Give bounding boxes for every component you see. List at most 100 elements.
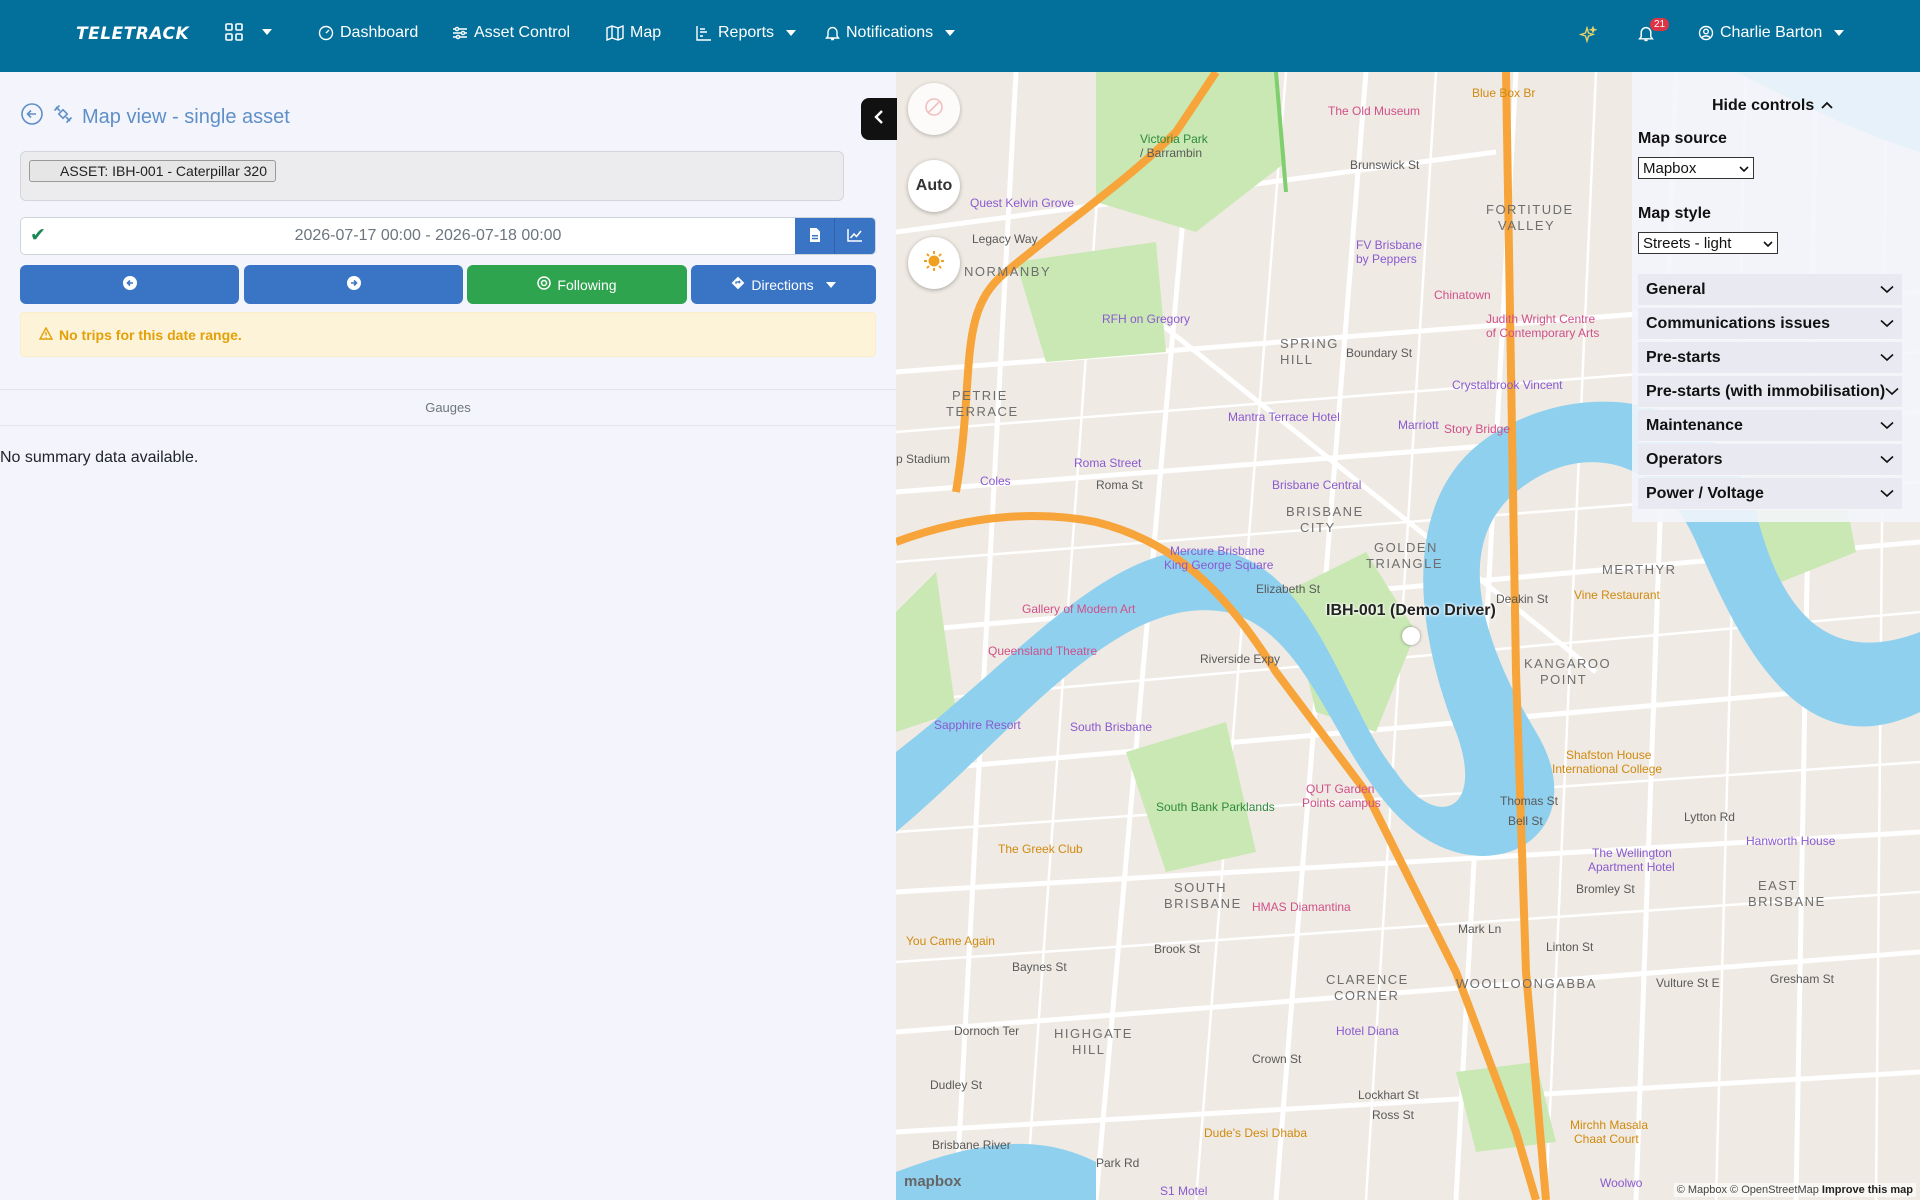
nav-dashboard[interactable]: Dashboard [318, 24, 418, 42]
nav-dashboard-label: Dashboard [340, 24, 419, 41]
map-label: BRISBANE [1164, 896, 1242, 911]
accordion-general[interactable]: General [1638, 274, 1902, 306]
teletrack-logo[interactable]: TELETRACK [76, 24, 189, 44]
accordion-label: Pre-starts [1646, 348, 1721, 366]
asset-marker[interactable] [1402, 627, 1420, 645]
map-label: Gallery of Modern Art [1022, 602, 1136, 616]
map-label: BRISBANE [1748, 894, 1826, 909]
hide-controls-button[interactable]: Hide controls [1712, 97, 1834, 115]
map-label: Mark Ln [1458, 922, 1502, 936]
theme-toggle-button[interactable] [908, 237, 960, 289]
map-label: WOOLLOONGABBA [1456, 976, 1597, 991]
chart-view-button[interactable] [835, 218, 875, 254]
map-label: CORNER [1334, 988, 1400, 1003]
following-toggle-button[interactable]: Following [467, 265, 687, 304]
warning-triangle-icon [38, 326, 54, 343]
back-arrow-circle-icon[interactable] [20, 102, 44, 132]
map-attribution: © Mapbox © OpenStreetMap Improve this ma… [1673, 1183, 1916, 1197]
map-label: SPRING [1280, 336, 1339, 351]
no-trips-alert: No trips for this date range. [20, 312, 876, 357]
chevron-down-icon [1880, 417, 1894, 435]
map-label: HIGHGATE [1054, 1026, 1133, 1041]
attribution-text[interactable]: © Mapbox © OpenStreetMap [1677, 1184, 1819, 1196]
map-label: International College [1552, 762, 1663, 776]
nav-reports-label: Reports [718, 24, 775, 41]
accordion-pre-starts[interactable]: Pre-starts [1638, 342, 1902, 374]
accordion-communications-issues[interactable]: Communications issues [1638, 308, 1902, 340]
map-label: Dudley St [930, 1078, 983, 1092]
map-label: QUT Garden [1306, 782, 1375, 796]
following-label: Following [557, 276, 617, 293]
user-menu[interactable]: Charlie Barton [1698, 24, 1845, 42]
map-label: Sapphire Resort [934, 718, 1021, 732]
compass-button[interactable] [908, 83, 960, 135]
accordion-pre-starts-immobilisation[interactable]: Pre-starts (with immobilisation) [1638, 376, 1902, 408]
accordion-maintenance[interactable]: Maintenance [1638, 410, 1902, 442]
map-label: p Stadium [896, 452, 951, 466]
map-label: Coles [980, 474, 1011, 488]
select-chevron-icon [1739, 160, 1749, 177]
auto-zoom-button[interactable]: Auto [908, 160, 960, 212]
chevron-down-icon [1880, 451, 1894, 469]
map-label: Mantra Terrace Hotel [1228, 410, 1340, 424]
nav-notifications[interactable]: Notifications [825, 24, 956, 42]
sun-icon [923, 250, 945, 277]
map-style-value: Streets - light [1643, 234, 1732, 252]
sparkles-button[interactable] [1579, 26, 1597, 44]
map-style-select[interactable]: Streets - light [1638, 232, 1778, 254]
previous-trip-button[interactable] [20, 265, 239, 304]
chevron-down-icon [825, 281, 836, 288]
satellite-icon [52, 103, 74, 131]
user-circle-icon [1698, 25, 1714, 41]
export-file-button[interactable] [795, 218, 835, 254]
improve-map-link[interactable]: Improve this map [1822, 1184, 1913, 1196]
accordion-operators[interactable]: Operators [1638, 444, 1902, 476]
map-label: CLARENCE [1326, 972, 1409, 987]
auto-label: Auto [915, 177, 953, 194]
map-label: Roma St [1096, 478, 1143, 492]
grid-icon [224, 22, 244, 42]
map-label: PETRIE [952, 388, 1008, 403]
map-label: TRIANGLE [1366, 556, 1444, 571]
map-label: HILL [1280, 352, 1314, 367]
map-label: Brook St [1154, 942, 1201, 956]
file-icon [809, 227, 821, 247]
line-chart-icon [847, 228, 863, 247]
map-label: POINT [1540, 672, 1588, 687]
apps-menu-button[interactable] [224, 22, 272, 42]
chevron-down-icon [1880, 281, 1894, 299]
directions-dropdown-button[interactable]: Directions [691, 265, 876, 304]
asset-selector[interactable]: ASSET: IBH-001 - Caterpillar 320 [20, 151, 844, 201]
next-trip-button[interactable] [244, 265, 463, 304]
page-title: Map view - single asset [20, 102, 290, 132]
map-source-select[interactable]: Mapbox [1638, 157, 1754, 179]
map-label: Brisbane River [932, 1138, 1011, 1152]
map-label: Brunswick St [1350, 158, 1420, 172]
nav-map[interactable]: Map [606, 24, 661, 42]
map-controls-panel: Hide controls Map source Mapbox Map styl… [1632, 72, 1920, 522]
gauges-tab[interactable]: Gauges [0, 389, 896, 426]
map-label: Mirchh Masala [1570, 1118, 1649, 1132]
chevron-down-icon [1885, 383, 1899, 401]
map-label: Crown St [1252, 1052, 1302, 1066]
map-label: NORMANBY [964, 264, 1052, 279]
map-label: The Wellington [1592, 846, 1672, 860]
no-summary-text: No summary data available. [0, 449, 199, 466]
date-range-value[interactable]: 2026-07-17 00:00 - 2026-07-18 00:00 [61, 227, 795, 245]
chevron-down-icon [262, 29, 272, 35]
date-range-picker[interactable]: ✔ 2026-07-17 00:00 - 2026-07-18 00:00 [20, 217, 876, 255]
hide-controls-label: Hide controls [1712, 97, 1815, 114]
map-label: The Old Museum [1328, 104, 1421, 118]
nav-reports[interactable]: Reports [696, 24, 797, 42]
accordion-power-voltage[interactable]: Power / Voltage [1638, 478, 1902, 510]
map-label: SOUTH [1174, 880, 1227, 895]
arrow-right-circle-icon [346, 276, 361, 293]
map-label: of Contemporary Arts [1486, 326, 1600, 340]
asset-chip[interactable]: ASSET: IBH-001 - Caterpillar 320 [29, 160, 276, 182]
map-label: FORTITUDE [1486, 202, 1574, 217]
gauge-icon [318, 25, 334, 41]
map-label: Baynes St [1012, 960, 1067, 974]
nav-asset-control[interactable]: Asset Control [452, 24, 570, 42]
collapse-panel-button[interactable] [861, 98, 897, 140]
chevron-down-icon [786, 30, 797, 36]
